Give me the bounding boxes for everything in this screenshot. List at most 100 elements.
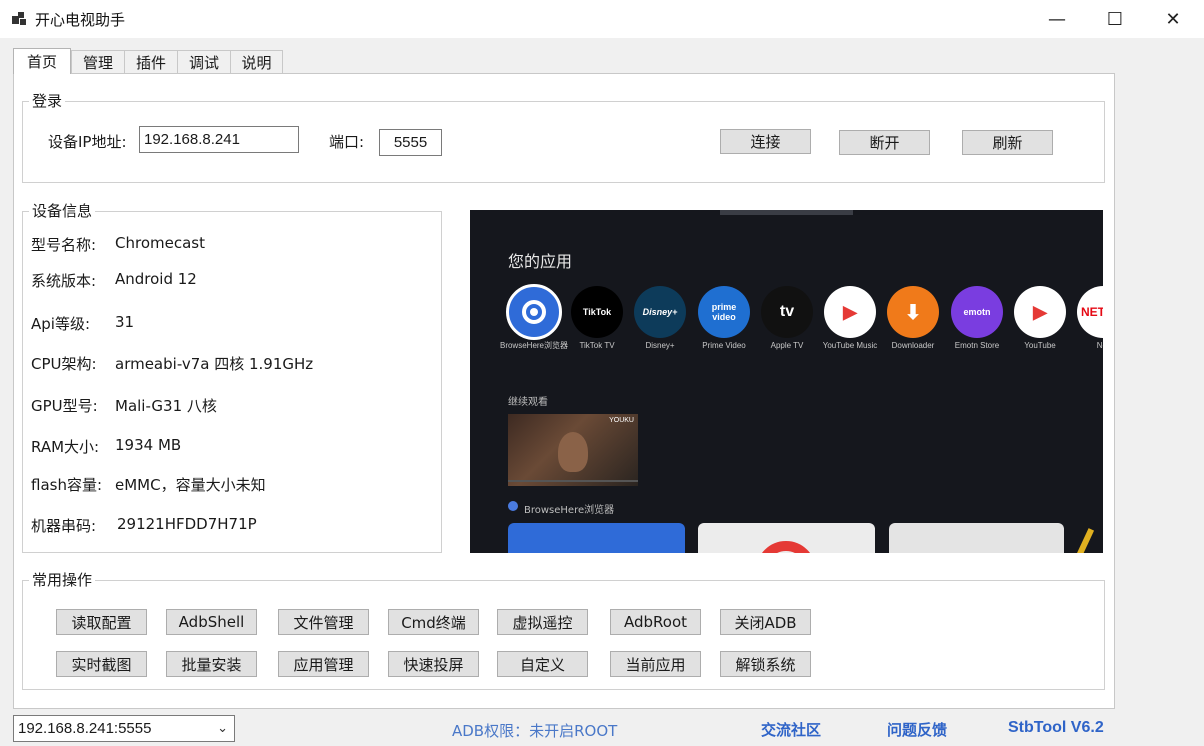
downloader-app-label: Downloader: [891, 341, 935, 350]
disney-app-icon: Disney+: [634, 286, 686, 338]
close-icon: ✕: [1165, 8, 1181, 30]
tab-help[interactable]: 说明: [230, 50, 283, 74]
info-row-cpu: CPU架构: armeabi-v7a 四核 1.91GHz: [31, 353, 313, 374]
adbshell-button[interactable]: AdbShell: [166, 609, 257, 635]
info-value: Android 12: [115, 270, 197, 288]
app-manager-button[interactable]: 应用管理: [278, 651, 369, 677]
info-value: eMMC，容量大小未知: [115, 476, 266, 494]
info-value: 29121HFDD7H71P: [117, 515, 257, 533]
minimize-icon: —: [1048, 8, 1066, 30]
info-key: flash容量:: [31, 476, 103, 494]
tab-plugins[interactable]: 插件: [124, 50, 178, 74]
virtual-remote-button[interactable]: 虚拟遥控: [497, 609, 588, 635]
apple-tv-app-icon: tv: [761, 286, 813, 338]
info-value: Chromecast: [115, 234, 205, 252]
downloader-app-icon: ⬇: [887, 286, 939, 338]
port-label: 端口:: [329, 133, 365, 151]
maximize-button[interactable]: ☐: [1086, 0, 1144, 38]
device-select[interactable]: 192.168.8.241:5555 ⌄: [13, 715, 235, 742]
prime-video-app-icon: prime video: [698, 286, 750, 338]
chevron-down-icon: ⌄: [217, 720, 228, 735]
ip-input[interactable]: 192.168.8.241: [139, 126, 299, 153]
unlock-system-button[interactable]: 解锁系统: [720, 651, 811, 677]
cmd-terminal-button[interactable]: Cmd终端: [388, 609, 479, 635]
info-row-os-version: 系统版本: Android 12: [31, 270, 197, 291]
live-screenshot-button[interactable]: 实时截图: [56, 651, 147, 677]
current-app-button[interactable]: 当前应用: [610, 651, 701, 677]
tab-manage[interactable]: 管理: [71, 50, 125, 74]
login-group-title: 登录: [29, 91, 66, 111]
info-value: Mali-G31 八核: [115, 397, 217, 415]
info-key: 型号名称:: [31, 236, 97, 254]
tv-card-logo: [756, 541, 816, 553]
quick-cast-button[interactable]: 快速投屏: [388, 651, 479, 677]
adb-status-text: ADB权限：未开启ROOT: [452, 722, 618, 740]
tv-card-3: [889, 523, 1064, 553]
info-row-model: 型号名称: Chromecast: [31, 234, 205, 255]
disney-app-label: Disney+: [645, 341, 675, 350]
browsehere-app-icon: [506, 284, 562, 340]
file-manager-button[interactable]: 文件管理: [278, 609, 369, 635]
browsehere-small-icon: [508, 501, 518, 511]
netflix-app-icon: NETF: [1077, 286, 1103, 338]
window-title: 开心电视助手: [35, 11, 126, 29]
youku-badge: YOUKU: [609, 417, 634, 424]
tab-home[interactable]: 首页: [13, 48, 71, 74]
connect-button[interactable]: 连接: [720, 129, 811, 154]
tiktok-app-label: TikTok TV: [579, 341, 615, 350]
device-select-value: 192.168.8.241:5555: [18, 720, 152, 737]
continue-watching-thumbnail: YOUKU: [508, 414, 638, 486]
ip-label: 设备IP地址:: [48, 133, 127, 151]
thumbnail-progress: [508, 480, 638, 482]
operations-title: 常用操作: [29, 570, 96, 590]
browsehere-row-label: BrowseHere浏览器: [524, 505, 615, 516]
info-row-gpu: GPU型号: Mali-G31 八核: [31, 395, 217, 416]
close-adb-button[interactable]: 关闭ADB: [720, 609, 811, 635]
tv-screen-preview[interactable]: 您的应用 BrowseHere浏览器 TikTok TikTok TV Disn…: [470, 210, 1103, 553]
info-row-api-level: Api等级: 31: [31, 313, 134, 334]
info-row-serial: 机器串码: 29121HFDD7H71P: [31, 515, 257, 536]
thumbnail-figure: [558, 432, 588, 472]
version-link[interactable]: StbTool V6.2: [1008, 719, 1104, 737]
app-icon: [12, 12, 26, 26]
adbroot-button[interactable]: AdbRoot: [610, 609, 701, 635]
browsehere-app-label: BrowseHere浏览器: [499, 341, 568, 350]
youtube-app-label: YouTube: [1024, 341, 1056, 350]
netflix-app-label: Net: [1096, 341, 1103, 350]
tv-card-1: [508, 523, 685, 553]
community-link[interactable]: 交流社区: [761, 719, 821, 740]
emotn-store-app-icon: emotn: [951, 286, 1003, 338]
tv-top-bar: [720, 210, 853, 215]
prime-video-app-label: Prime Video: [702, 341, 746, 350]
port-input[interactable]: 5555: [379, 129, 442, 156]
youtube-app-icon: ▶: [1014, 286, 1066, 338]
info-key: Api等级:: [31, 315, 91, 333]
feedback-link[interactable]: 问题反馈: [887, 719, 947, 740]
tiktok-app-icon: TikTok: [571, 286, 623, 338]
info-key: 系统版本:: [31, 272, 97, 290]
youtube-music-app-label: YouTube Music: [822, 341, 878, 350]
minimize-button[interactable]: —: [1028, 0, 1086, 38]
info-value: armeabi-v7a 四核 1.91GHz: [115, 355, 314, 373]
apple-tv-app-label: Apple TV: [770, 341, 804, 350]
continue-watching-label: 继续观看: [508, 397, 548, 408]
info-value: 31: [115, 313, 135, 331]
batch-install-button[interactable]: 批量安装: [166, 651, 257, 677]
tab-debug[interactable]: 调试: [177, 50, 231, 74]
info-row-ram: RAM大小: 1934 MB: [31, 436, 181, 457]
read-config-button[interactable]: 读取配置: [56, 609, 147, 635]
youtube-music-app-icon: ▶: [824, 286, 876, 338]
info-key: RAM大小:: [31, 438, 100, 456]
info-row-flash: flash容量: eMMC，容量大小未知: [31, 474, 266, 495]
device-info-title: 设备信息: [29, 201, 96, 221]
tv-card-edge: [1075, 528, 1095, 553]
disconnect-button[interactable]: 断开: [839, 130, 930, 155]
custom-button[interactable]: 自定义: [497, 651, 588, 677]
info-value: 1934 MB: [115, 436, 182, 454]
info-key: 机器串码:: [31, 517, 97, 535]
device-info-group: 设备信息 型号名称: Chromecast 系统版本: Android 12 Api…: [22, 201, 442, 553]
emotn-store-app-label: Emotn Store: [954, 341, 1000, 350]
close-button[interactable]: ✕: [1144, 0, 1202, 38]
refresh-button[interactable]: 刷新: [962, 130, 1053, 155]
title-bar: 开心电视助手 — ☐ ✕: [0, 0, 1204, 38]
